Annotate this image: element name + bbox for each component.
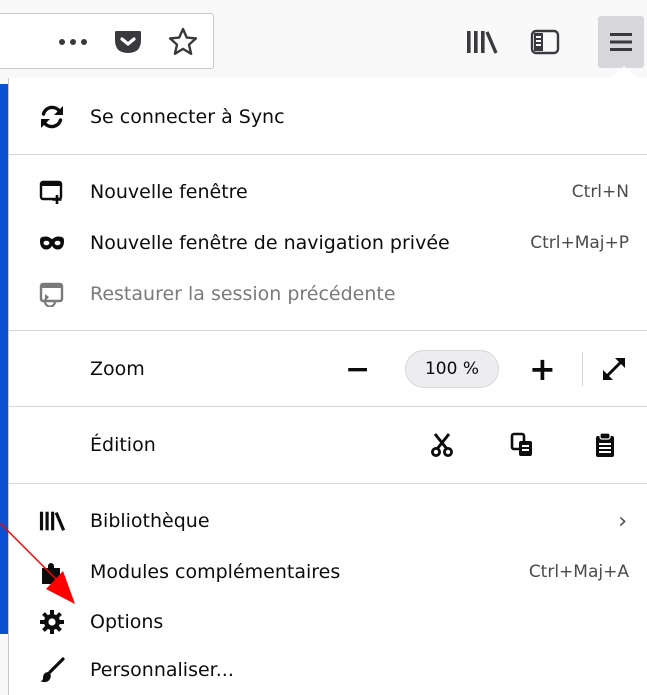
menu-item-label: Nouvelle fenêtre: [90, 181, 248, 203]
zoom-controls: Zoom − 100 % +: [9, 344, 647, 394]
menu-item-sync[interactable]: Se connecter à Sync: [9, 93, 647, 141]
more-horizontal-icon[interactable]: [54, 28, 92, 56]
menu-item-label: Personnaliser...: [90, 659, 234, 681]
panel-arrow: [611, 66, 637, 79]
menu-item-customize[interactable]: Personnaliser...: [9, 646, 647, 694]
paintbrush-icon: [39, 657, 65, 683]
accent-bar: [0, 84, 8, 634]
scissors-icon[interactable]: [429, 432, 455, 458]
menu-item-label: Modules complémentaires: [90, 561, 341, 583]
menu-item-label: Se connecter à Sync: [90, 106, 285, 128]
bookmark-star-icon[interactable]: [166, 26, 200, 58]
menu-item-options[interactable]: Options: [9, 598, 647, 646]
copy-icon[interactable]: [509, 432, 535, 458]
menu-item-restore-session[interactable]: Restaurer la session précédente: [9, 270, 647, 318]
separator: [582, 352, 583, 386]
zoom-in-button[interactable]: +: [529, 350, 556, 388]
menu-item-label: Nouvelle fenêtre de navigation privée: [90, 232, 450, 254]
clipboard-icon[interactable]: [592, 432, 618, 458]
library-icon: [39, 508, 65, 534]
separator: [9, 330, 647, 331]
gear-icon: [39, 609, 65, 635]
new-window-icon: [39, 179, 65, 205]
menu-item-library[interactable]: Bibliothèque ›: [9, 497, 647, 545]
sync-icon: [39, 104, 65, 130]
open-menu-button[interactable]: [598, 16, 644, 68]
shortcut-label: Ctrl+Maj+A: [528, 562, 629, 582]
puzzle-icon: [39, 559, 65, 585]
shortcut-label: Ctrl+N: [571, 182, 629, 202]
separator: [9, 154, 647, 155]
library-icon[interactable]: [462, 26, 502, 58]
menu-item-label: Restaurer la session précédente: [90, 283, 396, 305]
restore-session-icon: [39, 281, 65, 307]
menu-item-addons[interactable]: Modules complémentaires Ctrl+Maj+A: [9, 548, 647, 596]
zoom-label: Zoom: [90, 358, 145, 380]
pocket-icon[interactable]: [111, 26, 145, 58]
zoom-out-button[interactable]: −: [345, 352, 370, 387]
menu-item-label: Options: [90, 611, 164, 633]
shortcut-label: Ctrl+Maj+P: [530, 233, 629, 253]
separator: [9, 483, 647, 484]
edit-label: Édition: [90, 434, 156, 456]
menu-item-label: Bibliothèque: [90, 510, 210, 532]
edit-controls: Édition: [9, 420, 647, 470]
sidebar-icon[interactable]: [526, 26, 564, 58]
browser-toolbar: [0, 0, 647, 78]
hamburger-menu-icon: [608, 29, 634, 55]
zoom-reset-button[interactable]: 100 %: [405, 350, 499, 388]
menu-item-new-window[interactable]: Nouvelle fenêtre Ctrl+N: [9, 168, 647, 216]
chevron-right-icon: ›: [618, 508, 627, 534]
menu-item-private-window[interactable]: Nouvelle fenêtre de navigation privée Ct…: [9, 219, 647, 267]
separator: [9, 406, 647, 407]
private-mask-icon: [39, 230, 65, 256]
fullscreen-icon[interactable]: [601, 356, 627, 382]
